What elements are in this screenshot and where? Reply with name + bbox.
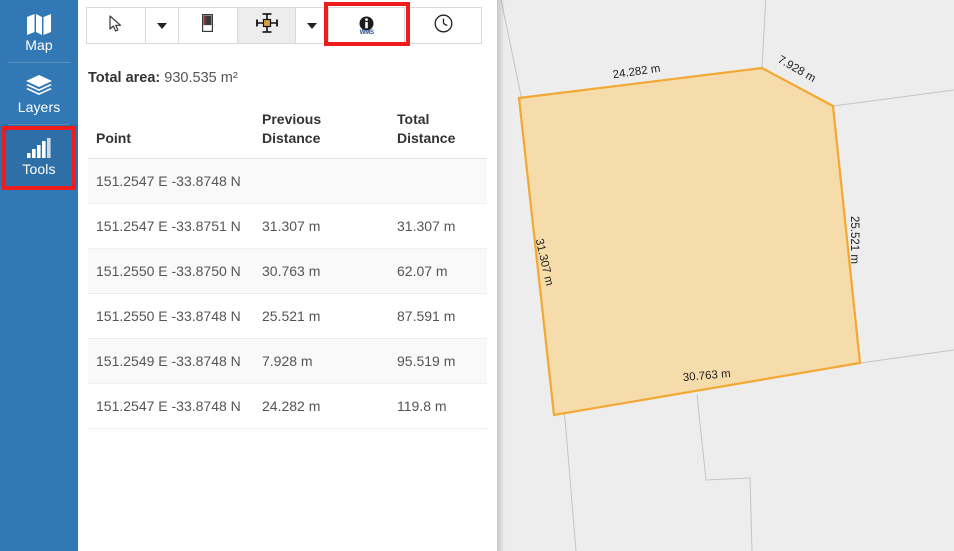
sidebar-item-label: Map bbox=[25, 36, 53, 53]
cell-total-distance: 31.307 m bbox=[389, 203, 487, 249]
cell-previous-distance: 30.763 m bbox=[254, 248, 389, 294]
cell-point: 151.2550 E -33.8750 N bbox=[88, 248, 254, 294]
table-row[interactable]: 151.2550 E -33.8748 N 25.521 m 87.591 m bbox=[88, 293, 487, 339]
info-wms-icon: WMS bbox=[359, 16, 374, 36]
tools-icon bbox=[26, 135, 52, 159]
total-area-line: Total area: 930.535 m² bbox=[88, 70, 497, 86]
table-row[interactable]: 151.2549 E -33.8748 N 7.928 m 95.519 m bbox=[88, 338, 487, 384]
cursor-arrow-icon bbox=[109, 14, 123, 37]
map-toolbar: WMS bbox=[86, 7, 482, 44]
measured-polygon[interactable] bbox=[517, 66, 862, 417]
sidebar-item-layers[interactable]: Layers bbox=[0, 62, 78, 124]
measurement-table: Point Previous Distance Total Distance 1… bbox=[88, 110, 487, 429]
sidebar-item-label: Tools bbox=[22, 160, 56, 177]
cell-previous-distance: 7.928 m bbox=[254, 338, 389, 384]
table-body: 151.2547 E -33.8748 N 151.2547 E -33.875… bbox=[88, 158, 487, 429]
history-tool-button[interactable] bbox=[405, 8, 481, 43]
move-tool-button[interactable] bbox=[237, 8, 297, 43]
map-canvas[interactable]: 24.282 m 7.928 m 25.521 m 30.763 m 31.30… bbox=[497, 0, 954, 551]
total-area-value: 930.535 m² bbox=[164, 70, 238, 86]
wms-label: WMS bbox=[359, 29, 374, 36]
table-row[interactable]: 151.2547 E -33.8748 N bbox=[88, 158, 487, 204]
table-header: Point Previous Distance Total Distance bbox=[88, 110, 487, 159]
move-dropdown-button[interactable] bbox=[296, 8, 330, 43]
column-header-total-distance: Total Distance bbox=[389, 110, 487, 159]
select-tool-button[interactable] bbox=[87, 8, 146, 43]
table-row[interactable]: 151.2547 E -33.8748 N 24.282 m 119.8 m bbox=[88, 383, 487, 429]
sidebar-item-tools[interactable]: Tools bbox=[0, 124, 78, 186]
cell-previous-distance: 25.521 m bbox=[254, 293, 389, 339]
cell-total-distance: 119.8 m bbox=[389, 383, 487, 429]
cell-total-distance: 62.07 m bbox=[389, 248, 487, 294]
cell-point: 151.2547 E -33.8748 N bbox=[88, 158, 254, 204]
table-header-row: Point Previous Distance Total Distance bbox=[88, 110, 487, 159]
move-crosshair-icon bbox=[255, 13, 278, 38]
layers-icon bbox=[25, 73, 53, 97]
column-header-point: Point bbox=[88, 110, 254, 159]
cell-point: 151.2547 E -33.8751 N bbox=[88, 203, 254, 249]
cell-total-distance bbox=[389, 158, 487, 204]
clock-icon bbox=[434, 14, 453, 38]
cell-previous-distance: 31.307 m bbox=[254, 203, 389, 249]
edge-label: 25.521 m bbox=[848, 216, 860, 264]
wms-info-tool-button[interactable]: WMS bbox=[329, 8, 406, 43]
total-area-label: Total area: bbox=[88, 70, 161, 86]
measure-tool-button[interactable] bbox=[178, 8, 238, 43]
map-icon bbox=[26, 11, 52, 35]
cell-total-distance: 95.519 m bbox=[389, 338, 487, 384]
measurement-app: Map Layers Tools WMS Total area: 930.535… bbox=[0, 0, 954, 551]
cell-point: 151.2547 E -33.8748 N bbox=[88, 383, 254, 429]
measurement-panel: WMS Total area: 930.535 m² Point Previou… bbox=[78, 0, 497, 551]
edge-label: 24.282 m bbox=[612, 63, 661, 82]
table-row[interactable]: 151.2547 E -33.8751 N 31.307 m 31.307 m bbox=[88, 203, 487, 249]
sidebar-item-label: Layers bbox=[17, 98, 61, 115]
ruler-icon bbox=[202, 14, 214, 37]
select-dropdown-button[interactable] bbox=[145, 8, 179, 43]
column-header-previous-distance: Previous Distance bbox=[254, 110, 389, 159]
sidebar-item-map[interactable]: Map bbox=[0, 0, 78, 62]
chevron-down-icon bbox=[156, 22, 167, 29]
cell-previous-distance: 24.282 m bbox=[254, 383, 389, 429]
cell-total-distance: 87.591 m bbox=[389, 293, 487, 339]
cell-point: 151.2549 E -33.8748 N bbox=[88, 338, 254, 384]
sidebar: Map Layers Tools bbox=[0, 0, 78, 551]
cell-point: 151.2550 E -33.8748 N bbox=[88, 293, 254, 339]
chevron-down-icon bbox=[307, 22, 318, 29]
cell-previous-distance bbox=[254, 158, 389, 204]
table-row[interactable]: 151.2550 E -33.8750 N 30.763 m 62.07 m bbox=[88, 248, 487, 294]
